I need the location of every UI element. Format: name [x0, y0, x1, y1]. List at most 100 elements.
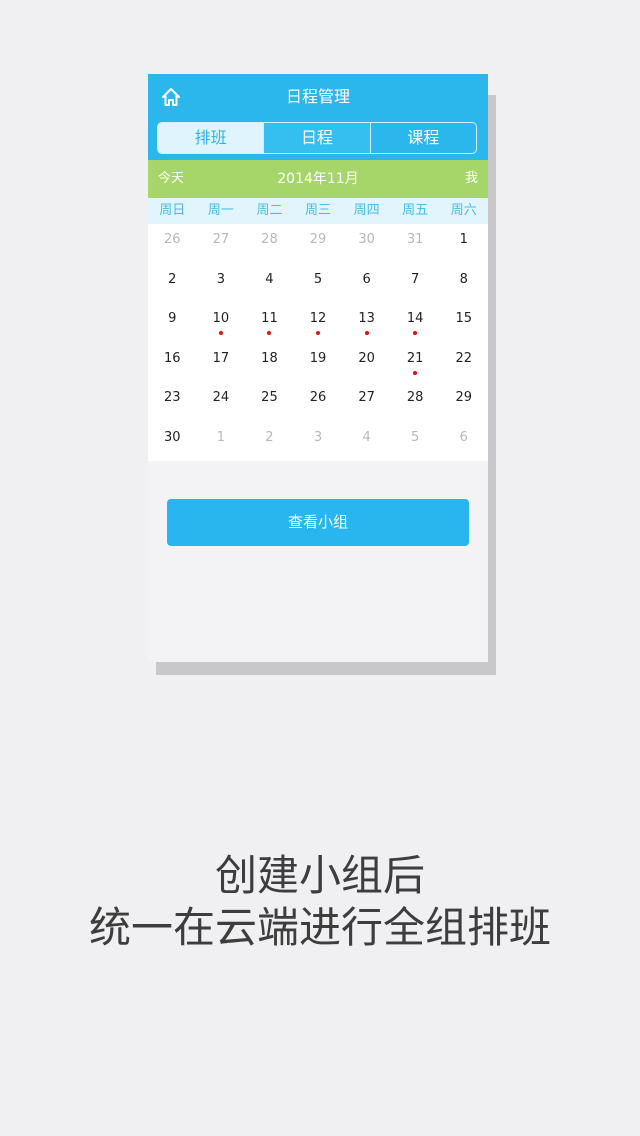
- calendar-day[interactable]: 24: [197, 382, 246, 422]
- day-number: 27: [212, 232, 230, 247]
- day-number: 1: [459, 232, 468, 247]
- calendar-week: 2 3 4 5 6 7 8: [148, 264, 488, 304]
- calendar-day[interactable]: 10: [197, 303, 246, 343]
- promo-caption: 创建小组后 统一在云端进行全组排班: [0, 850, 640, 954]
- calendar-day[interactable]: 2: [245, 422, 294, 462]
- tab-agenda[interactable]: 日程: [263, 123, 370, 153]
- day-number: 30: [164, 429, 181, 445]
- event-dot-icon: [364, 331, 369, 335]
- calendar-day[interactable]: 4: [245, 264, 294, 304]
- day-number: 2: [265, 429, 274, 445]
- calendar-week: 26 27 28 29 30 31 1: [148, 224, 488, 264]
- calendar-day[interactable]: 22: [439, 343, 488, 383]
- calendar-day[interactable]: 21: [391, 343, 440, 383]
- calendar-day[interactable]: 31: [391, 224, 440, 264]
- calendar-day[interactable]: 28: [245, 224, 294, 264]
- tab-schedule-shift[interactable]: 排班: [158, 123, 264, 153]
- day-number: 2: [168, 271, 177, 287]
- calendar-day[interactable]: 12: [294, 303, 343, 343]
- calendar-day[interactable]: 6: [439, 422, 488, 462]
- day-number: 21: [406, 350, 424, 366]
- month-bar: 今天 2014年11月 我: [148, 160, 488, 198]
- calendar-day[interactable]: 3: [197, 264, 246, 304]
- calendar-week: 30 1 2 3 4 5 6: [148, 422, 488, 462]
- weekday-label: 周六: [450, 203, 477, 218]
- calendar-week: 23 24 25 26 27 28 29: [148, 382, 488, 422]
- day-number: 23: [164, 390, 181, 405]
- day-number: 1: [216, 429, 225, 445]
- page-title: 日程管理: [285, 87, 350, 106]
- day-number: 8: [459, 271, 468, 287]
- day-number: 6: [362, 271, 371, 287]
- calendar-day[interactable]: 5: [294, 264, 343, 304]
- calendar-day[interactable]: 25: [245, 382, 294, 422]
- day-number: 28: [406, 390, 424, 405]
- view-group-button[interactable]: 查看小组: [167, 499, 469, 546]
- day-number: 4: [265, 271, 274, 287]
- calendar-day[interactable]: 3: [294, 422, 343, 462]
- app-screen: 日程管理 排班 日程 课程 今天 2014年11月 我 周日 周一 周二 周三 …: [148, 74, 488, 662]
- calendar-day[interactable]: 29: [294, 224, 343, 264]
- calendar-day[interactable]: 20: [342, 343, 391, 383]
- event-dot-icon: [218, 331, 223, 335]
- day-number: 17: [212, 350, 230, 366]
- calendar-grid: 26 27 28 29 30 31 1 2 3 4 5 6 7 8 9 10 11 12 13 14 15 16 17 18 1…: [148, 224, 488, 461]
- calendar-day[interactable]: 6: [342, 264, 391, 304]
- day-number: 24: [212, 390, 230, 405]
- weekday-label: 周三: [305, 203, 332, 218]
- calendar-day[interactable]: 23: [148, 382, 197, 422]
- day-number: 22: [455, 350, 473, 366]
- calendar-day[interactable]: 17: [197, 343, 246, 383]
- event-dot-icon: [413, 331, 418, 335]
- day-number: 9: [168, 311, 177, 326]
- tab-courses[interactable]: 课程: [369, 123, 476, 153]
- weekday-header: 周日 周一 周二 周三 周四 周五 周六: [148, 198, 488, 224]
- day-number: 18: [261, 350, 278, 366]
- calendar-day[interactable]: 26: [294, 382, 343, 422]
- me-button[interactable]: 我: [465, 160, 478, 198]
- calendar-day[interactable]: 2: [148, 264, 197, 304]
- calendar-day[interactable]: 19: [294, 343, 343, 383]
- calendar-day[interactable]: 27: [197, 224, 246, 264]
- calendar-week: 9 10 11 12 13 14 15: [148, 303, 488, 343]
- calendar-day[interactable]: 13: [342, 303, 391, 343]
- calendar-day[interactable]: 11: [245, 303, 294, 343]
- day-number: 4: [362, 429, 371, 445]
- caption-line: 创建小组后: [214, 851, 425, 900]
- day-number: 30: [358, 232, 375, 247]
- calendar-day[interactable]: 18: [245, 343, 294, 383]
- calendar-day[interactable]: 1: [197, 422, 246, 462]
- app-header: 日程管理 排班 日程 课程: [148, 74, 488, 160]
- day-number: 13: [358, 311, 375, 326]
- calendar-day[interactable]: 29: [439, 382, 488, 422]
- calendar-day[interactable]: 16: [148, 343, 197, 383]
- calendar-day[interactable]: 30: [342, 224, 391, 264]
- calendar-day[interactable]: 4: [342, 422, 391, 462]
- calendar-day[interactable]: 14: [391, 303, 440, 343]
- calendar-day[interactable]: 7: [391, 264, 440, 304]
- calendar-day[interactable]: 8: [439, 264, 488, 304]
- day-number: 6: [459, 429, 468, 445]
- day-number: 12: [309, 311, 327, 326]
- segment-tabs: 排班 日程 课程: [157, 122, 477, 154]
- calendar-day[interactable]: 5: [391, 422, 440, 462]
- calendar-day[interactable]: 28: [391, 382, 440, 422]
- weekday-label: 周四: [353, 203, 380, 218]
- day-number: 31: [406, 232, 424, 247]
- day-number: 15: [455, 311, 473, 326]
- day-number: 11: [261, 311, 278, 326]
- calendar-day[interactable]: 1: [439, 224, 488, 264]
- event-dot-icon: [267, 331, 272, 335]
- calendar-day[interactable]: 27: [342, 382, 391, 422]
- month-label: 2014年11月: [277, 171, 359, 187]
- event-dot-icon: [316, 331, 321, 335]
- day-number: 3: [313, 429, 323, 445]
- calendar-day[interactable]: 30: [148, 422, 197, 462]
- day-number: 28: [261, 232, 278, 247]
- calendar-day[interactable]: 26: [148, 224, 197, 264]
- day-number: 5: [411, 429, 420, 445]
- day-number: 5: [313, 271, 323, 287]
- calendar-day[interactable]: 9: [148, 303, 197, 343]
- calendar-day[interactable]: 15: [439, 303, 488, 343]
- day-number: 25: [261, 390, 278, 405]
